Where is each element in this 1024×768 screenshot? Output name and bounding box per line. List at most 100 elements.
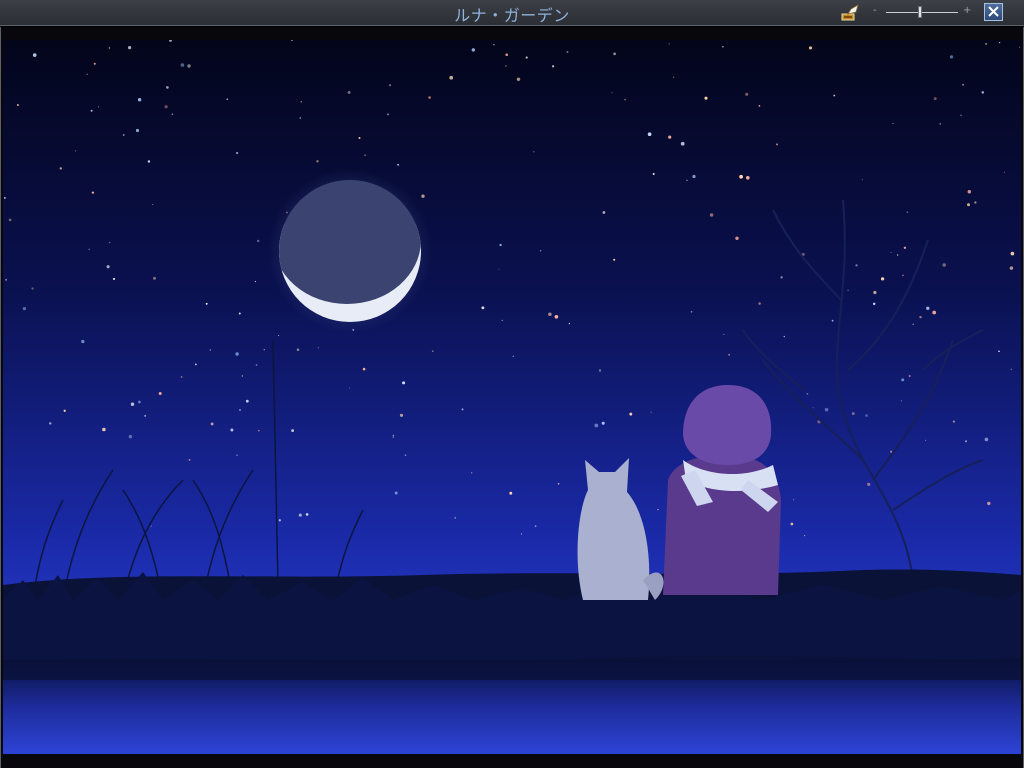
star	[254, 280, 256, 283]
star	[872, 302, 876, 306]
star	[296, 348, 300, 351]
star	[230, 428, 234, 432]
star	[824, 407, 829, 412]
close-icon	[988, 6, 999, 17]
star	[808, 46, 813, 50]
star	[187, 64, 191, 68]
star	[647, 132, 652, 137]
star	[557, 482, 560, 485]
star	[942, 263, 946, 267]
star	[8, 218, 12, 222]
star	[686, 179, 688, 182]
star	[722, 45, 724, 48]
star	[780, 276, 783, 279]
star	[908, 375, 911, 377]
volume-track	[886, 12, 958, 13]
star	[226, 98, 229, 101]
star	[735, 236, 739, 241]
star	[509, 491, 513, 495]
star	[906, 211, 909, 214]
star	[812, 407, 814, 409]
star	[962, 83, 965, 86]
star	[180, 63, 185, 67]
star	[833, 94, 836, 97]
star	[122, 134, 125, 136]
star	[399, 413, 404, 417]
moon	[268, 169, 432, 333]
night-scene-artwork	[3, 40, 1021, 754]
star	[481, 306, 485, 310]
star	[153, 276, 156, 280]
star	[305, 513, 309, 516]
star	[873, 290, 877, 295]
star	[981, 91, 984, 94]
star	[598, 369, 602, 372]
star	[551, 65, 555, 68]
star	[255, 364, 258, 366]
star	[867, 482, 871, 487]
star	[461, 408, 464, 411]
star	[601, 421, 605, 425]
star	[554, 314, 559, 319]
star	[673, 76, 675, 78]
star	[521, 533, 523, 535]
star	[245, 399, 249, 403]
star	[298, 513, 302, 517]
star	[90, 109, 93, 112]
star	[210, 422, 214, 426]
star	[392, 436, 395, 438]
star	[238, 312, 241, 315]
star	[932, 310, 937, 315]
star	[704, 96, 708, 100]
volume-down-button[interactable]: -	[873, 5, 877, 16]
star	[534, 525, 537, 528]
volume-thumb[interactable]	[917, 6, 922, 18]
star	[180, 376, 183, 378]
star	[903, 246, 907, 249]
star	[611, 92, 613, 94]
star	[404, 454, 407, 456]
star	[851, 412, 855, 416]
star	[1010, 251, 1015, 256]
star	[987, 501, 991, 506]
star	[241, 375, 244, 377]
star	[59, 167, 62, 170]
star	[63, 409, 66, 412]
star	[880, 277, 885, 281]
star	[967, 203, 970, 207]
star	[471, 472, 473, 474]
star	[998, 350, 1000, 353]
music-button[interactable]	[839, 3, 859, 22]
star	[501, 319, 503, 322]
star	[952, 420, 955, 423]
star	[926, 306, 930, 310]
star	[912, 323, 914, 325]
star	[680, 141, 685, 146]
star	[449, 75, 454, 80]
star	[629, 412, 633, 416]
star	[397, 163, 400, 166]
star	[152, 203, 154, 206]
star	[919, 315, 922, 319]
star	[49, 422, 52, 425]
star	[278, 335, 280, 336]
star	[130, 402, 135, 406]
star	[239, 409, 241, 411]
star	[138, 400, 141, 404]
volume-up-button[interactable]: +	[963, 5, 971, 16]
star	[364, 154, 367, 157]
star	[402, 381, 406, 385]
star	[865, 414, 868, 417]
star	[709, 213, 714, 217]
star	[257, 429, 260, 432]
star	[108, 47, 111, 49]
star	[195, 363, 197, 366]
close-button[interactable]	[984, 3, 1003, 21]
star	[505, 65, 507, 67]
star	[901, 378, 905, 382]
star	[964, 440, 968, 443]
star	[984, 437, 989, 442]
star	[861, 179, 863, 181]
star	[1010, 368, 1013, 371]
volume-slider[interactable]	[886, 6, 958, 20]
